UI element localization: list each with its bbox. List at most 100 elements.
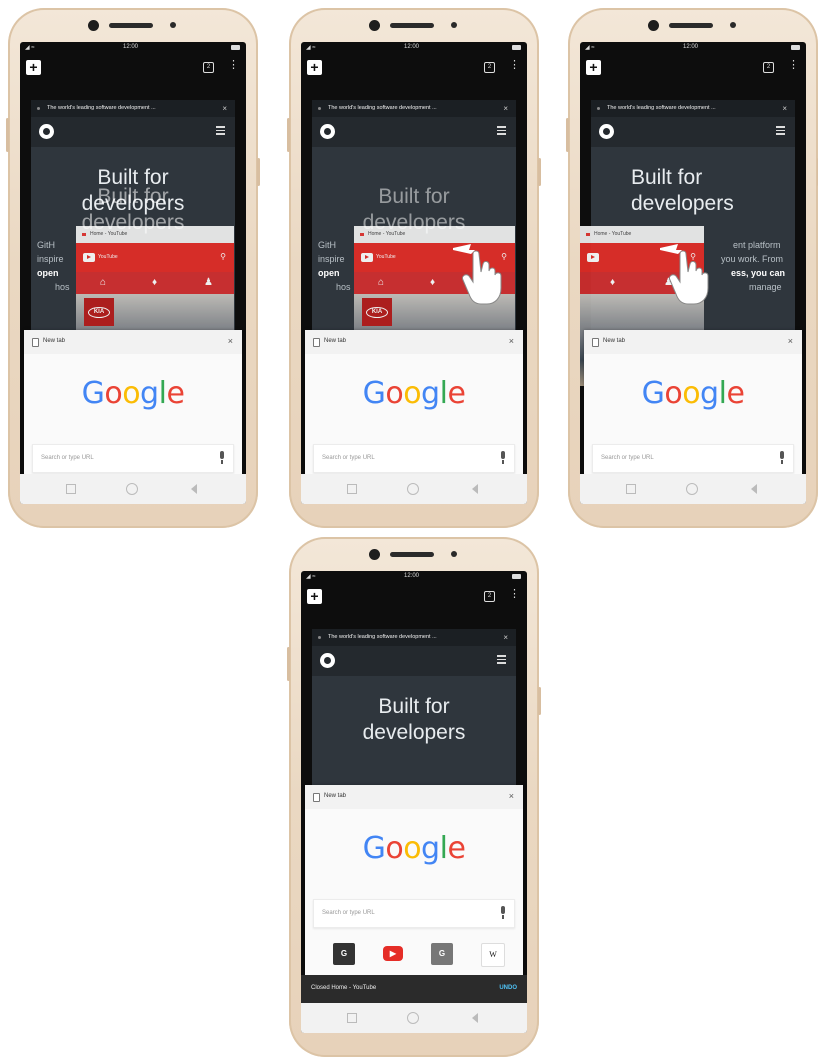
menu-icon[interactable]: ⋮	[228, 60, 239, 71]
search-icon: ⚲	[220, 252, 226, 261]
back-button-icon[interactable]	[472, 1013, 478, 1023]
google-logo: Google	[24, 376, 242, 411]
hero-line-2-overlay: developers	[362, 211, 466, 234]
close-tab-button[interactable]: ×	[782, 100, 787, 117]
tab-card-new-tab[interactable]: New tab × Google Search or type URL G ▶ …	[305, 785, 523, 975]
favicon-icon	[597, 107, 600, 110]
new-tab-button[interactable]: +	[586, 60, 601, 75]
home-button-icon[interactable]	[407, 1012, 419, 1024]
github-logo-icon	[320, 653, 335, 668]
hero-line-1: Built for	[378, 695, 450, 718]
new-tab-button[interactable]: +	[307, 589, 322, 604]
close-tab-button[interactable]: ×	[503, 100, 508, 117]
close-tab-button[interactable]: ×	[788, 336, 793, 346]
google-letter: o	[403, 376, 422, 411]
menu-icon[interactable]: ⋮	[509, 60, 520, 71]
clock: 12:00	[683, 44, 699, 50]
search-input[interactable]: Search or type URL	[313, 444, 515, 473]
search-placeholder: Search or type URL	[322, 910, 375, 916]
tab-count-icon[interactable]: 2	[763, 62, 774, 73]
tab-title-bar: The world's leading software development…	[312, 100, 516, 117]
earpiece-speaker	[390, 23, 434, 28]
status-bar: ◢ ≈ 12:00	[580, 42, 806, 54]
back-button-icon[interactable]	[472, 484, 478, 494]
phone-frame-step-2: ◢ ≈ 12:00 + 2 ⋮ The world's leading soft…	[287, 8, 541, 528]
earpiece-speaker	[669, 23, 713, 28]
snackbar: Closed Home - YouTube UNDO	[301, 975, 527, 1003]
tab-switcher-toolbar: + 2 ⋮	[580, 54, 806, 82]
page-icon	[592, 338, 599, 347]
tab-count-icon[interactable]: 2	[484, 62, 495, 73]
microphone-icon[interactable]	[220, 451, 224, 464]
undo-button[interactable]: UNDO	[499, 985, 517, 991]
close-tab-button[interactable]: ×	[509, 336, 514, 346]
status-bar: ◢ ≈ 12:00	[20, 42, 246, 54]
menu-icon[interactable]: ⋮	[509, 589, 520, 600]
tab-title-bar: The world's leading software development…	[31, 100, 235, 117]
search-input[interactable]: Search or type URL	[313, 899, 515, 928]
microphone-icon[interactable]	[501, 906, 505, 919]
search-input[interactable]: Search or type URL	[32, 444, 234, 473]
hero-blurb-fragment: hos	[55, 282, 70, 292]
tab-title-bar: New tab ×	[584, 330, 802, 354]
search-placeholder: Search or type URL	[41, 455, 94, 461]
new-tab-button[interactable]: +	[26, 60, 41, 75]
phone-frame-step-4: ◢ ≈ 12:00 + 2 ⋮ The world's leading soft…	[287, 537, 541, 1057]
close-tab-button[interactable]: ×	[228, 336, 233, 346]
page-icon	[32, 338, 39, 347]
google-letter: g	[140, 376, 159, 411]
trending-icon: ♦	[610, 277, 616, 288]
volume-button	[566, 118, 569, 152]
google-letter: G	[81, 376, 105, 411]
android-nav-bar	[20, 474, 246, 504]
signal-icon: ◢ ≈	[25, 45, 35, 51]
google-letter: e	[447, 831, 466, 866]
proximity-sensor	[730, 22, 736, 28]
github-logo-icon	[39, 124, 54, 139]
close-tab-button[interactable]: ×	[503, 629, 508, 646]
tab-count-icon[interactable]: 2	[484, 591, 495, 602]
hamburger-menu-icon	[497, 126, 506, 135]
google-letter: o	[664, 376, 683, 411]
recents-button-icon[interactable]	[66, 484, 76, 494]
wikipedia-shortcut-tile[interactable]: W	[481, 943, 505, 967]
new-tab-button[interactable]: +	[307, 60, 322, 75]
home-button-icon[interactable]	[686, 483, 698, 495]
android-nav-bar	[301, 474, 527, 504]
shortcut-tile[interactable]: G	[333, 943, 355, 965]
hamburger-menu-icon	[776, 126, 785, 135]
close-tab-button[interactable]: ×	[509, 791, 514, 801]
tab-title-bar: The world's leading software development…	[312, 629, 516, 646]
shortcut-tile[interactable]: G	[431, 943, 453, 965]
google-letter: G	[362, 831, 386, 866]
recents-button-icon[interactable]	[347, 484, 357, 494]
tab-title: New tab	[603, 338, 626, 344]
tab-title: The world's leading software development…	[47, 105, 156, 111]
search-input[interactable]: Search or type URL	[592, 444, 794, 473]
hero-blurb-fragment: inspire	[318, 254, 345, 264]
power-button	[538, 158, 541, 186]
youtube-shortcut-tile[interactable]: ▶	[383, 946, 403, 961]
github-header	[312, 117, 516, 147]
recents-button-icon[interactable]	[347, 1013, 357, 1023]
hero-blurb-fragment: hos	[336, 282, 351, 292]
recents-button-icon[interactable]	[626, 484, 636, 494]
microphone-icon[interactable]	[780, 451, 784, 464]
home-button-icon[interactable]	[126, 483, 138, 495]
back-button-icon[interactable]	[191, 484, 197, 494]
back-button-icon[interactable]	[751, 484, 757, 494]
menu-icon[interactable]: ⋮	[788, 60, 799, 71]
close-tab-button[interactable]: ×	[222, 100, 227, 117]
youtube-brand: YouTube	[98, 254, 118, 260]
tab-count-icon[interactable]: 2	[203, 62, 214, 73]
hero-blurb-fragment: ent platform	[733, 240, 781, 250]
swipe-hand-gesture-icon	[453, 244, 502, 305]
google-letter: g	[421, 831, 440, 866]
hero-line-1-overlay: Built for	[378, 185, 450, 208]
microphone-icon[interactable]	[501, 451, 505, 464]
google-letter: e	[166, 376, 185, 411]
hero-line-1: Built for	[631, 166, 703, 189]
hamburger-menu-icon	[216, 126, 225, 135]
hero-blurb-fragment: GitH	[318, 240, 336, 250]
home-button-icon[interactable]	[407, 483, 419, 495]
